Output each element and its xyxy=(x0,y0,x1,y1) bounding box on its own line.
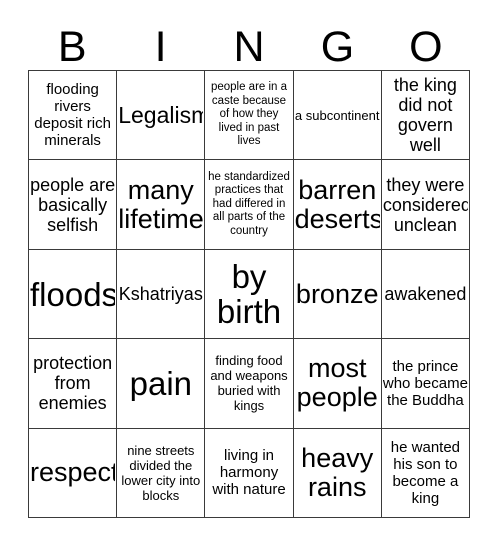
bingo-cell-text: nine streets divided the lower city into… xyxy=(121,442,201,503)
bingo-cell-text: flooding rivers deposit rich minerals xyxy=(34,81,111,150)
bingo-row: floods Kshatriyas by birth bronze awaken… xyxy=(29,249,471,340)
header-letter-n: N xyxy=(205,14,293,70)
header-letter-g-text: G xyxy=(320,23,355,71)
bingo-row: protection from enemies pain finding foo… xyxy=(29,339,471,429)
bingo-cell[interactable]: he wanted his son to become a king xyxy=(381,428,471,519)
bingo-cell-text: most people xyxy=(296,354,378,413)
bingo-row: flooding rivers deposit rich minerals Le… xyxy=(29,71,471,161)
bingo-cell[interactable]: pain xyxy=(117,339,206,429)
bingo-row: people are basically selfish many lifeti… xyxy=(29,160,471,250)
bingo-cell-text: he wanted his son to become a king xyxy=(390,438,461,507)
bingo-cell[interactable]: most people xyxy=(293,339,382,429)
bingo-cell[interactable]: floods xyxy=(29,249,118,340)
header-letter-o-text: O xyxy=(409,23,443,71)
bingo-cell-text: respect xyxy=(30,458,116,488)
bingo-cell-text: a subcontinent xyxy=(294,107,380,123)
bingo-cell[interactable]: people are basically selfish xyxy=(29,160,118,250)
bingo-cell[interactable]: he standardized practices that had diffe… xyxy=(205,160,294,250)
bingo-cell[interactable]: the prince who became the Buddha xyxy=(381,339,471,429)
bingo-grid: flooding rivers deposit rich minerals Le… xyxy=(28,70,471,519)
bingo-cell[interactable]: by birth xyxy=(205,249,294,340)
bingo-row: respect nine streets divided the lower c… xyxy=(29,428,471,519)
bingo-cell-text: barren deserts xyxy=(294,175,380,234)
bingo-cell[interactable]: people are in a caste because of how the… xyxy=(205,71,294,161)
header-letter-g: G xyxy=(293,14,381,70)
bingo-cell-text: Kshatriyas xyxy=(118,284,203,305)
bingo-cell-text: awakened xyxy=(384,284,467,305)
bingo-cell[interactable]: protection from enemies xyxy=(29,339,118,429)
bingo-cell[interactable]: Legalism xyxy=(117,71,206,161)
bingo-cell[interactable]: awakened xyxy=(381,249,471,340)
header-letter-i-text: I xyxy=(154,23,167,71)
bingo-header: B I N G O xyxy=(28,14,470,70)
bingo-cell-text: Legalism xyxy=(118,102,204,128)
bingo-cell-text: people are basically selfish xyxy=(30,174,116,235)
bingo-cell-text: pain xyxy=(129,365,192,401)
bingo-cell-text: finding food and weapons buried with kin… xyxy=(210,353,288,414)
bingo-cell[interactable]: respect xyxy=(29,428,118,519)
bingo-cell-text: living in harmony with nature xyxy=(212,447,286,499)
bingo-cell-text: by birth xyxy=(216,259,282,330)
bingo-cell[interactable]: living in harmony with nature xyxy=(205,428,294,519)
header-letter-b: B xyxy=(28,14,116,70)
bingo-cell[interactable]: barren deserts xyxy=(293,160,382,250)
bingo-cell-text: floods xyxy=(30,276,116,312)
bingo-card: B I N G O flooding rivers deposit rich m… xyxy=(0,0,500,544)
bingo-cell[interactable]: finding food and weapons buried with kin… xyxy=(205,339,294,429)
bingo-cell-text: bronze xyxy=(295,279,379,309)
bingo-cell[interactable]: they were considered unclean xyxy=(381,160,471,250)
bingo-cell[interactable]: heavy rains xyxy=(293,428,382,519)
bingo-cell-text: they were considered unclean xyxy=(382,174,469,235)
bingo-cell[interactable]: a subcontinent xyxy=(293,71,382,161)
bingo-cell-text: protection from enemies xyxy=(33,353,113,414)
bingo-cell-text: people are in a caste because of how the… xyxy=(210,81,288,148)
bingo-cell[interactable]: the king did not govern well xyxy=(381,71,471,161)
header-letter-o: O xyxy=(382,14,470,70)
bingo-cell-text: he standardized practices that had diffe… xyxy=(208,170,290,237)
bingo-cell-text: heavy rains xyxy=(301,443,374,502)
bingo-cell-text: the prince who became the Buddha xyxy=(382,357,468,409)
header-letter-n-text: N xyxy=(233,23,265,71)
bingo-cell[interactable]: flooding rivers deposit rich minerals xyxy=(29,71,118,161)
header-letter-i: I xyxy=(116,14,204,70)
bingo-cell-text: the king did not govern well xyxy=(393,75,457,156)
bingo-cell-text: many lifetimes xyxy=(118,175,204,234)
bingo-cell[interactable]: Kshatriyas xyxy=(117,249,206,340)
header-letter-b-text: B xyxy=(57,23,87,71)
bingo-cell[interactable]: nine streets divided the lower city into… xyxy=(117,428,206,519)
bingo-cell[interactable]: many lifetimes xyxy=(117,160,206,250)
bingo-cell[interactable]: bronze xyxy=(293,249,382,340)
